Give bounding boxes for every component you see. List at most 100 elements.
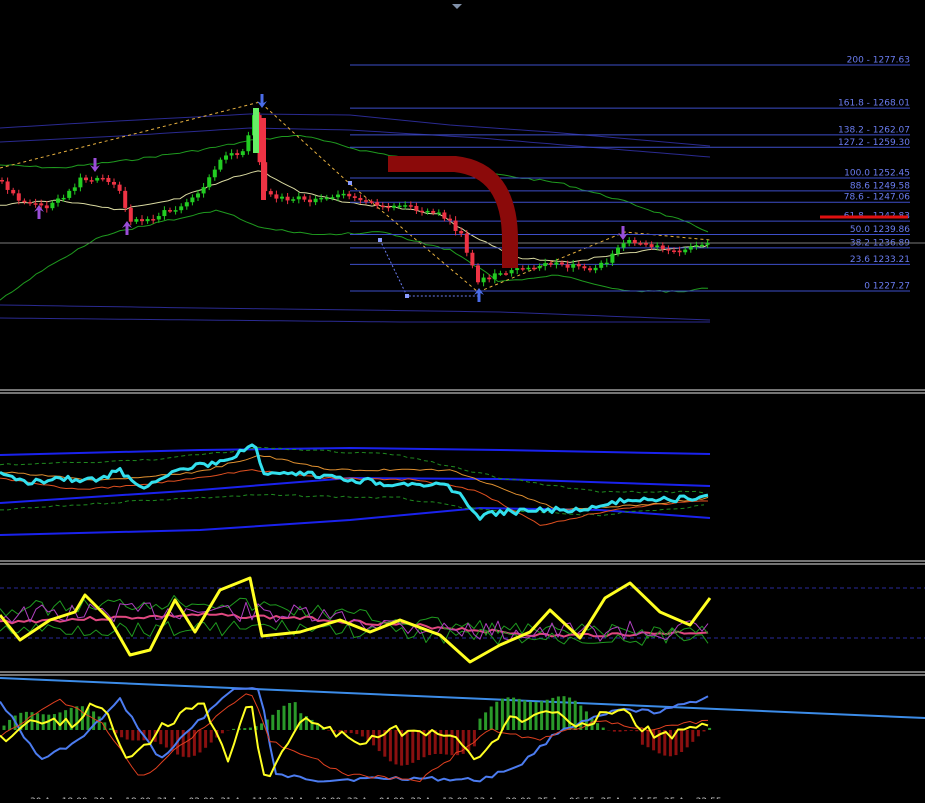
candle-body (22, 201, 26, 203)
macd-histogram-bar (680, 730, 683, 752)
candle-body (700, 245, 704, 247)
candle-body (319, 198, 323, 200)
candle-body (370, 201, 374, 203)
candle-body (213, 170, 217, 178)
macd-histogram-bar (619, 730, 622, 732)
candle-body (62, 198, 66, 200)
macd-histogram-bar (131, 730, 134, 740)
macd-histogram-bar (249, 728, 252, 730)
candle-body (134, 219, 138, 222)
macd-histogram-bar (126, 730, 129, 740)
candle-body (650, 244, 654, 247)
trading-chart-window: 200 - 1277.63161.8 - 1268.01138.2 - 1262… (0, 0, 925, 799)
candle-body (230, 153, 234, 155)
fib-level-label: 88.6 1249.58 (850, 181, 910, 191)
macd-histogram-bar (546, 700, 549, 730)
candle-body (375, 202, 379, 205)
candle-body (28, 202, 32, 204)
macd-histogram-bar (165, 730, 168, 747)
candle-body (162, 210, 166, 216)
macd-histogram-bar (495, 702, 498, 730)
macd-histogram-bar (484, 712, 487, 730)
macd-histogram-bar (490, 707, 493, 730)
macd-histogram-bar (540, 701, 543, 730)
macd-histogram-bar (159, 730, 162, 744)
candle-body (554, 262, 558, 264)
candle-body (95, 178, 99, 181)
macd-histogram-bar (187, 730, 190, 757)
macd-histogram-bar (232, 729, 235, 730)
macd-histogram-bar (568, 698, 571, 730)
candle-body (146, 219, 150, 221)
candle-body (190, 197, 194, 202)
candle-body (274, 194, 278, 198)
candle-body (420, 211, 424, 213)
candle-body (605, 263, 609, 265)
fib-level-label: 100.0 1252.45 (844, 169, 910, 179)
candle-body (112, 182, 116, 185)
macd-histogram-bar (98, 716, 101, 730)
candle-body (622, 243, 626, 247)
candle-body (67, 191, 71, 198)
macd-histogram-bar (635, 730, 638, 731)
macd-histogram-bar (395, 730, 398, 764)
candle-body (202, 187, 206, 193)
candle-body (224, 155, 228, 159)
macd-histogram-bar (75, 706, 78, 730)
macd-histogram-bar (518, 699, 521, 730)
candle-body (683, 250, 687, 253)
candle-body (6, 181, 10, 189)
candle-body (353, 196, 357, 198)
macd-histogram-bar (361, 730, 364, 736)
macd-histogram-bar (3, 726, 6, 730)
candle-body (706, 243, 710, 245)
candle-body (655, 245, 659, 247)
macd-histogram-bar (445, 730, 448, 755)
macd-histogram-bar (243, 728, 246, 730)
macd-histogram-bar (596, 723, 599, 730)
candle-body (358, 198, 362, 200)
candle-body (476, 265, 480, 282)
candle-body (235, 153, 239, 155)
candle-body (549, 263, 553, 265)
macd-histogram-bar (406, 730, 409, 765)
candle-body (34, 203, 38, 205)
candle-body (543, 263, 547, 266)
macd-histogram-bar (283, 706, 286, 730)
candle-body (280, 197, 284, 199)
candle-body (297, 196, 301, 199)
fib-level-label: 161.8 - 1268.01 (838, 99, 910, 109)
candle-body (78, 178, 82, 188)
candle-body (588, 268, 592, 270)
macd-histogram-bar (669, 730, 672, 756)
macd-histogram-bar (691, 730, 694, 742)
candle-body (493, 273, 497, 279)
candle-body (392, 206, 396, 208)
candle-body (314, 199, 318, 202)
candle-body (386, 207, 390, 209)
candle-body (526, 268, 530, 270)
candle-body (123, 191, 127, 208)
fib-level-label: 200 - 1277.63 (847, 56, 910, 66)
macd-histogram-bar (630, 730, 633, 731)
macd-histogram-bar (507, 697, 510, 730)
candle-body (414, 206, 418, 211)
macd-histogram-bar (551, 698, 554, 730)
candle-body (454, 221, 458, 231)
candle-body (487, 278, 491, 280)
macd-histogram-bar (697, 730, 700, 736)
fib-level-label: 127.2 - 1259.30 (838, 138, 910, 148)
candle-body (482, 278, 486, 283)
candle-body (560, 262, 564, 264)
chart-canvas[interactable]: 200 - 1277.63161.8 - 1268.01138.2 - 1262… (0, 0, 925, 799)
macd-histogram-bar (288, 703, 291, 730)
candle-body (678, 251, 682, 253)
macd-histogram-bar (647, 730, 650, 747)
fib-level-label: 78.6 - 1247.06 (844, 193, 910, 203)
candle-body (504, 273, 508, 275)
candle-body (302, 196, 306, 199)
macd-histogram-bar (294, 702, 297, 730)
candle-body (610, 254, 614, 263)
candle-body (398, 206, 402, 208)
macd-histogram-bar (109, 728, 112, 730)
